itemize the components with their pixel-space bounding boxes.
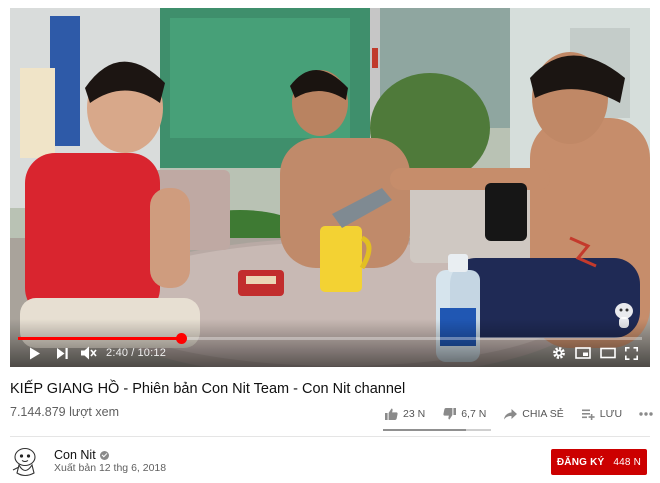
progress-played: [18, 337, 182, 340]
theater-icon: [600, 347, 616, 359]
share-button[interactable]: CHIA SẺ: [504, 404, 564, 424]
video-actions: 23 N 6,7 N CHIA SẺ LƯU: [385, 404, 653, 424]
settings-button[interactable]: [552, 343, 566, 363]
thumbs-down-icon: [443, 408, 457, 420]
mute-icon: [81, 346, 97, 360]
dislike-button[interactable]: 6,7 N: [443, 404, 486, 424]
verified-icon: [99, 450, 109, 460]
time-separator: /: [131, 347, 135, 359]
video-frame: [10, 8, 650, 367]
save-button[interactable]: LƯU: [581, 404, 623, 424]
like-button[interactable]: 23 N: [385, 404, 425, 424]
subscribe-label: ĐĂNG KÝ: [556, 456, 605, 468]
current-time: 2:40: [106, 347, 129, 359]
metadata-divider: [10, 436, 650, 437]
share-icon: [504, 408, 518, 419]
fullscreen-button[interactable]: [625, 343, 638, 363]
publish-date: Xuất bản 12 thg 6, 2018: [54, 462, 167, 474]
channel-name-row: Con Nit: [54, 448, 109, 462]
dislike-count: 6,7 N: [461, 408, 487, 420]
fullscreen-icon: [625, 346, 638, 360]
channel-avatar[interactable]: [10, 446, 42, 478]
progress-bar[interactable]: [18, 333, 642, 344]
player-controls: 2:40/10:12: [10, 343, 650, 363]
thumbs-up-icon: [385, 408, 398, 420]
play-button[interactable]: [26, 343, 44, 363]
subscribe-button[interactable]: ĐĂNG KÝ 448 N: [551, 449, 647, 475]
channel-name[interactable]: Con Nit: [54, 448, 96, 462]
subscriber-count: 448 N: [613, 456, 642, 468]
player-controls-right: [552, 343, 638, 363]
sentiment-bar: [383, 429, 491, 431]
view-count: 7.144.879 lượt xem: [10, 405, 119, 419]
settings-icon: [553, 347, 565, 359]
next-icon: [56, 347, 68, 359]
miniplayer-button[interactable]: [575, 343, 591, 363]
time-display: 2:40/10:12: [106, 347, 166, 359]
share-label: CHIA SẺ: [522, 408, 564, 420]
play-icon: [30, 347, 40, 359]
mute-button[interactable]: [80, 343, 98, 363]
theater-button[interactable]: [600, 343, 616, 363]
add-to-playlist-icon: [581, 409, 595, 420]
more-icon: [639, 412, 653, 416]
video-player[interactable]: 2:40/10:12: [10, 8, 650, 367]
miniplayer-icon: [575, 347, 591, 359]
like-count: 23 N: [403, 408, 426, 420]
video-title: KIẾP GIANG HỒ - Phiên bản Con Nit Team -…: [10, 381, 406, 397]
save-label: LƯU: [599, 408, 623, 420]
sentiment-like-portion: [383, 429, 467, 431]
more-actions-button[interactable]: [639, 404, 653, 424]
duration: 10:12: [137, 347, 167, 359]
next-button[interactable]: [54, 343, 70, 363]
